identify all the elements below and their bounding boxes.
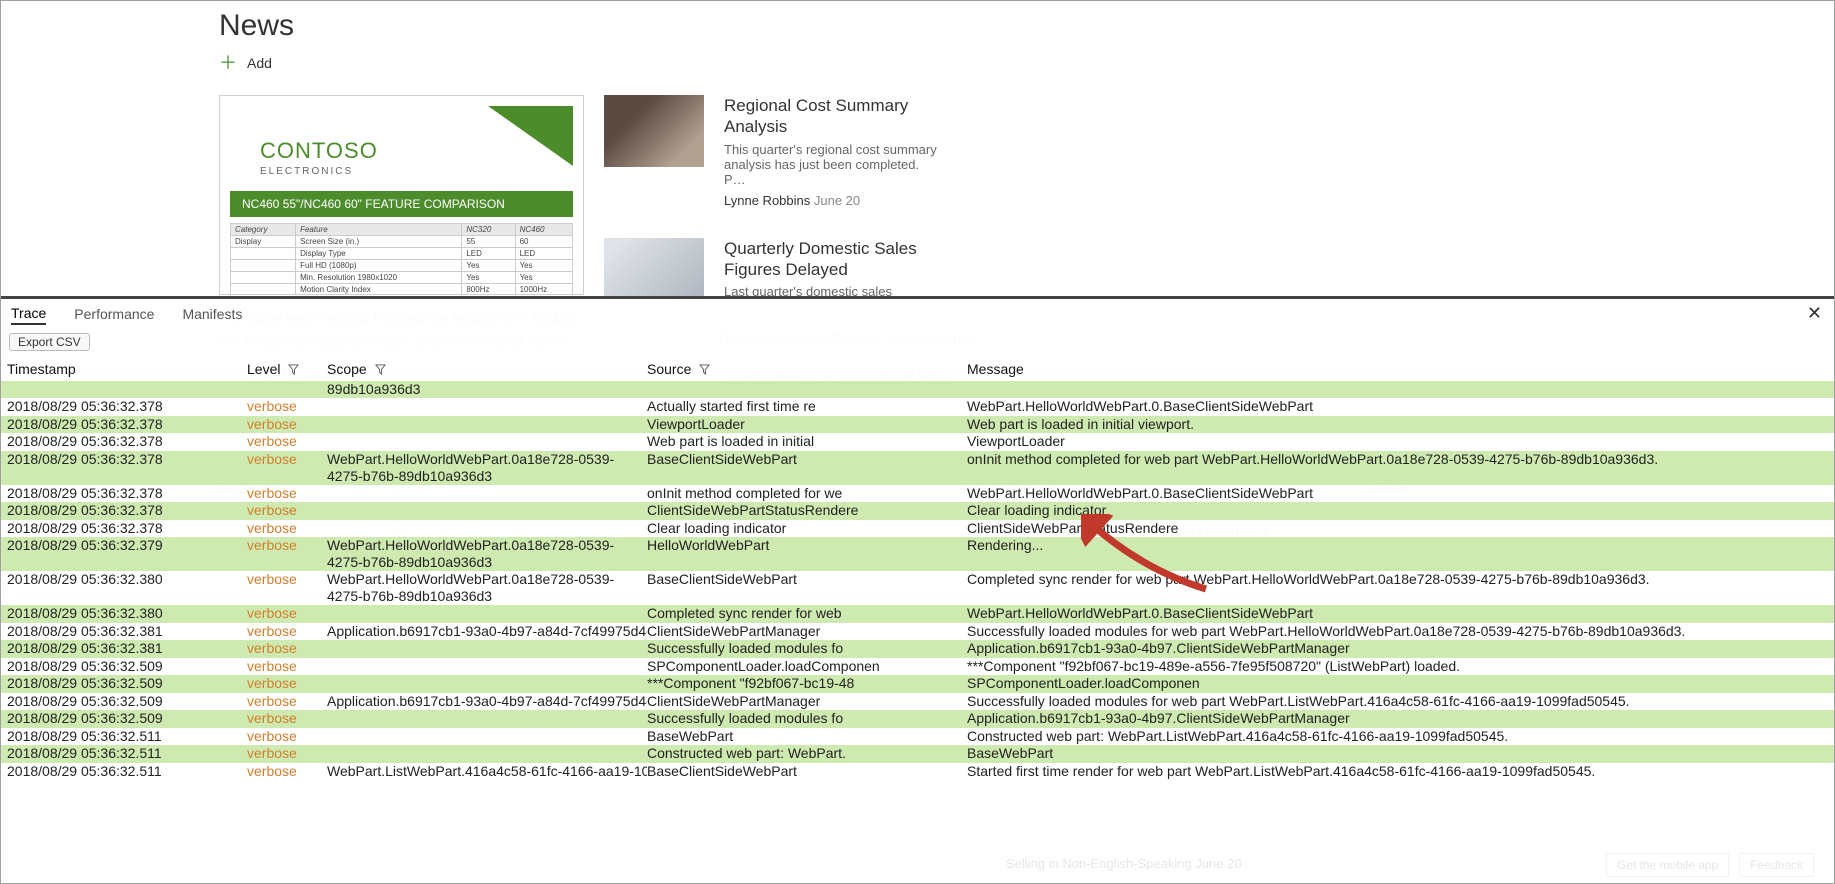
news-card-body: Last quarter's domestic sales figures… (724, 284, 944, 296)
triangle-decoration (488, 106, 573, 166)
trace-row[interactable]: 2018/08/29 05:36:32.511verboseWebPart.Li… (1, 763, 1834, 781)
news-card-regional[interactable]: Regional Cost Summary Analysis This quar… (604, 95, 944, 208)
devtools-tabs: Trace Performance Manifests ✕ (1, 299, 1834, 329)
trace-column-headers: Timestamp Level Scope Source Message (1, 355, 1834, 381)
plus-icon: ＋ (219, 56, 237, 70)
news-card-quarterly[interactable]: Quarterly Domestic Sales Figures Delayed… (604, 238, 944, 297)
tab-trace[interactable]: Trace (11, 303, 46, 325)
close-icon[interactable]: ✕ (1807, 303, 1822, 324)
trace-row[interactable]: 89db10a936d3 (1, 381, 1834, 398)
filter-icon[interactable] (699, 362, 710, 378)
trace-rows: 89db10a936d32018/08/29 05:36:32.378verbo… (1, 381, 1834, 780)
spfx-devtools-panel: Trace Performance Manifests ✕ Export CSV… (1, 299, 1834, 883)
feature-table: CategoryFeatureNC320NC460 DisplayScreen … (230, 223, 573, 295)
news-card-body: This quarter's regional cost summary ana… (724, 142, 944, 187)
trace-row[interactable]: 2018/08/29 05:36:32.381verboseApplicatio… (1, 623, 1834, 641)
news-thumbnail (604, 238, 704, 297)
add-news-button[interactable]: ＋ Add (219, 55, 989, 71)
trace-row[interactable]: 2018/08/29 05:36:32.378verboseonInit met… (1, 485, 1834, 503)
trace-row[interactable]: 2018/08/29 05:36:32.379verboseWebPart.He… (1, 537, 1834, 571)
news-card-byline: Lynne Robbins June 20 (724, 193, 944, 208)
news-card-featured[interactable]: CONTOSO ELECTRONICS NC460 55"/NC460 60" … (219, 95, 584, 295)
header-source[interactable]: Source (647, 361, 967, 377)
trace-row[interactable]: 2018/08/29 05:36:32.380verboseWebPart.He… (1, 571, 1834, 605)
news-card-title: Quarterly Domestic Sales Figures Delayed (724, 238, 944, 281)
trace-row[interactable]: 2018/08/29 05:36:32.378verboseActually s… (1, 398, 1834, 416)
news-card-title: Regional Cost Summary Analysis (724, 95, 944, 138)
trace-row[interactable]: 2018/08/29 05:36:32.380verboseCompleted … (1, 605, 1834, 623)
trace-row[interactable]: 2018/08/29 05:36:32.511verboseConstructe… (1, 745, 1834, 763)
trace-row[interactable]: 2018/08/29 05:36:32.378verboseClear load… (1, 520, 1834, 538)
export-csv-button[interactable]: Export CSV (9, 333, 90, 351)
feature-comparison-bar: NC460 55"/NC460 60" FEATURE COMPARISON (230, 191, 573, 217)
trace-row[interactable]: 2018/08/29 05:36:32.509verbose***Compone… (1, 675, 1834, 693)
trace-row[interactable]: 2018/08/29 05:36:32.378verboseWeb part i… (1, 433, 1834, 451)
header-level[interactable]: Level (247, 361, 327, 377)
trace-row[interactable]: 2018/08/29 05:36:32.509verboseSuccessful… (1, 710, 1834, 728)
sharepoint-page: News ＋ Add CONTOSO ELECTRONICS NC460 55"… (1, 1, 1834, 296)
contoso-subtitle: ELECTRONICS (260, 166, 573, 177)
trace-row[interactable]: 2018/08/29 05:36:32.378verboseViewportLo… (1, 416, 1834, 434)
header-timestamp[interactable]: Timestamp (7, 361, 247, 377)
trace-row[interactable]: 2018/08/29 05:36:32.378verboseClientSide… (1, 502, 1834, 520)
trace-row[interactable]: 2018/08/29 05:36:32.381verboseSuccessful… (1, 640, 1834, 658)
trace-row[interactable]: 2018/08/29 05:36:32.378verboseWebPart.He… (1, 451, 1834, 485)
news-thumbnail (604, 95, 704, 167)
trace-row[interactable]: 2018/08/29 05:36:32.509verboseApplicatio… (1, 693, 1834, 711)
filter-icon[interactable] (288, 362, 299, 378)
header-message[interactable]: Message (967, 361, 1828, 377)
tab-performance[interactable]: Performance (74, 304, 154, 324)
feedback-button[interactable]: Feedback (1739, 853, 1814, 877)
tab-manifests[interactable]: Manifests (182, 304, 242, 324)
get-mobile-app-button[interactable]: Get the mobile app (1606, 853, 1729, 877)
trace-row[interactable]: 2018/08/29 05:36:32.511verboseBaseWebPar… (1, 728, 1834, 746)
news-section-title: News (219, 9, 989, 43)
add-label: Add (247, 55, 272, 71)
filter-icon[interactable] (375, 362, 386, 378)
trace-row[interactable]: 2018/08/29 05:36:32.509verboseSPComponen… (1, 658, 1834, 676)
header-scope[interactable]: Scope (327, 361, 647, 377)
bottom-ghost-bar: Selling in Non-English-Speaking June 20 … (1, 847, 1834, 883)
